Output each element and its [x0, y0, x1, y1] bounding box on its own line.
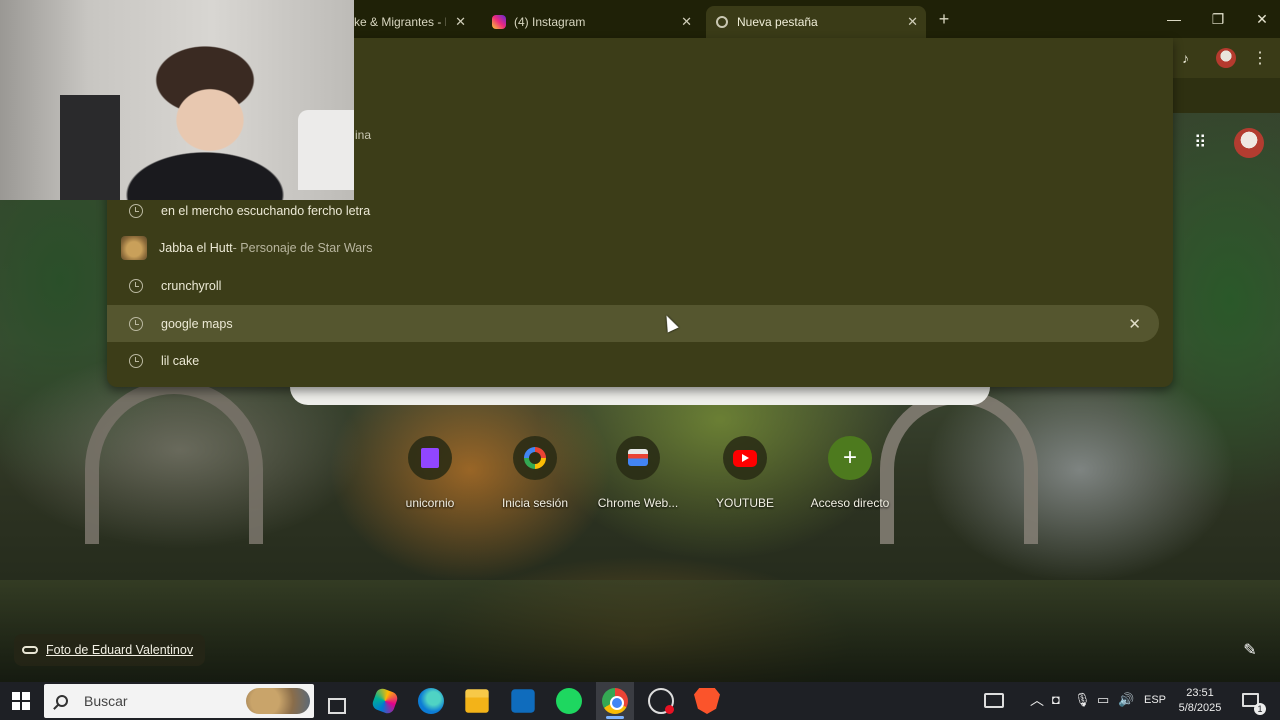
shortcut-label: Inicia sesión — [501, 496, 569, 510]
edge-icon[interactable] — [418, 688, 444, 714]
account-avatar[interactable] — [1234, 128, 1264, 158]
suggestion-text: Jabba el Hutt — [159, 240, 233, 255]
shortcut-label: YOUTUBE — [715, 496, 774, 510]
tab-label: Nueva pestaña — [737, 15, 818, 29]
minimize-button[interactable]: — — [1152, 0, 1196, 38]
history-icon — [129, 278, 143, 293]
suggestion-item-selected[interactable]: google maps ✕ — [107, 305, 1159, 342]
media-control-icon[interactable]: ♪ — [1182, 50, 1189, 66]
shortcut-chrome-web-store[interactable]: Chrome Web... — [590, 436, 686, 516]
clock-time: 23:51 — [1186, 687, 1214, 699]
photo-credit-link[interactable]: Foto de Eduard Valentinov — [14, 634, 206, 666]
clock-date: 5/8/2025 — [1178, 702, 1222, 714]
meet-icon[interactable]: ◘ — [1052, 692, 1060, 707]
shortcut-youtube[interactable]: YOUTUBE — [697, 436, 793, 516]
windows-start-icon[interactable] — [12, 692, 30, 710]
remove-suggestion-icon[interactable]: ✕ — [1128, 315, 1141, 333]
google-search-box[interactable] — [290, 385, 990, 405]
tab-label: (4) Instagram — [514, 15, 586, 29]
tab-close-icon[interactable]: ✕ — [455, 14, 466, 30]
taskbar-search-placeholder: Buscar — [84, 693, 128, 709]
language-indicator[interactable]: ESP — [1144, 694, 1166, 706]
close-window-button[interactable]: ✕ — [1240, 0, 1280, 38]
suggestion-item[interactable]: crunchyroll — [107, 267, 1159, 304]
chrome-favicon-icon — [716, 16, 728, 28]
google-apps-icon[interactable]: ⠿ — [1194, 133, 1206, 153]
clock[interactable]: 23:51 5/8/2025 — [1172, 686, 1228, 716]
suggestion-text: en el mercho escuchando fercho letra — [161, 203, 371, 218]
more-menu-icon[interactable]: ⋮ — [1252, 48, 1268, 68]
dropdown-hint-text: ina — [355, 128, 372, 142]
shortcut-label: Acceso directo — [810, 496, 890, 510]
taskbar-search-box[interactable]: Buscar — [44, 684, 314, 718]
suggestion-description: - Personaje de Star Wars — [232, 240, 373, 255]
tab-label: ke & Migrantes - M — [354, 15, 446, 29]
tab-new-tab[interactable]: Nueva pestaña ✕ — [706, 6, 926, 38]
photo-credit-text: Foto de Eduard Valentinov — [46, 643, 194, 657]
shortcut-inicia-sesion[interactable]: Inicia sesión — [487, 436, 583, 516]
shortcut-unicornio[interactable]: unicornio — [382, 436, 478, 516]
chevron-up-icon[interactable]: ︿ — [1030, 690, 1044, 710]
tab-instagram[interactable]: (4) Instagram ✕ — [480, 6, 700, 38]
snipping-tool-icon[interactable] — [648, 688, 674, 714]
chrome-icon[interactable] — [602, 688, 628, 714]
volume-icon[interactable]: 🔊 — [1118, 692, 1134, 708]
jabba-thumbnail — [121, 235, 147, 260]
notification-count-badge: 1 — [1254, 703, 1266, 715]
tab-close-icon[interactable]: ✕ — [907, 14, 918, 30]
history-icon — [129, 316, 143, 331]
news-widget-icon[interactable] — [984, 693, 1004, 708]
spotify-icon[interactable] — [556, 688, 582, 714]
customize-pencil-icon[interactable]: ✎ — [1238, 640, 1262, 664]
maximize-button[interactable]: ❐ — [1196, 0, 1240, 38]
webcam-overlay — [0, 0, 354, 200]
network-icon[interactable]: ▭ — [1097, 692, 1109, 708]
google-icon — [524, 447, 546, 469]
webcam-shelf — [60, 95, 120, 200]
shortcut-label: Chrome Web... — [597, 496, 679, 510]
youtube-icon — [733, 450, 757, 467]
instagram-icon — [492, 15, 506, 29]
new-tab-button[interactable]: + — [932, 6, 956, 32]
bridge-arch-right — [880, 390, 1038, 544]
task-view-icon[interactable] — [328, 698, 346, 714]
bridge-arch-left — [85, 380, 263, 544]
shortcut-add[interactable]: + Acceso directo — [802, 436, 898, 516]
microphone-icon[interactable]: 🎙 — [1074, 692, 1091, 708]
shortcut-label: unicornio — [405, 496, 455, 510]
tab-close-icon[interactable]: ✕ — [681, 14, 692, 30]
suggestion-text: google maps — [161, 316, 233, 331]
search-icon — [56, 695, 68, 707]
history-icon — [129, 353, 143, 368]
file-explorer-icon[interactable] — [465, 689, 489, 713]
chrome-running-indicator — [606, 716, 624, 719]
link-icon — [22, 646, 38, 654]
suggestion-text: lil cake — [161, 353, 200, 368]
webcam-bed — [298, 110, 354, 190]
profile-avatar-icon[interactable] — [1216, 48, 1236, 68]
chrome-web-store-icon — [628, 449, 648, 466]
history-icon — [129, 203, 143, 218]
suggestion-item[interactable]: Jabba el Hutt - Personaje de Star Wars — [107, 229, 1159, 266]
plus-icon: + — [842, 444, 857, 471]
search-highlight-image — [246, 688, 310, 714]
outlook-icon[interactable] — [511, 689, 535, 713]
tab-migrantes[interactable]: ke & Migrantes - M ✕ — [340, 6, 474, 38]
suggestion-item[interactable]: lil cake — [107, 342, 1159, 379]
river-water — [0, 580, 1280, 682]
twitch-icon — [421, 448, 439, 468]
suggestion-text: crunchyroll — [161, 278, 222, 293]
